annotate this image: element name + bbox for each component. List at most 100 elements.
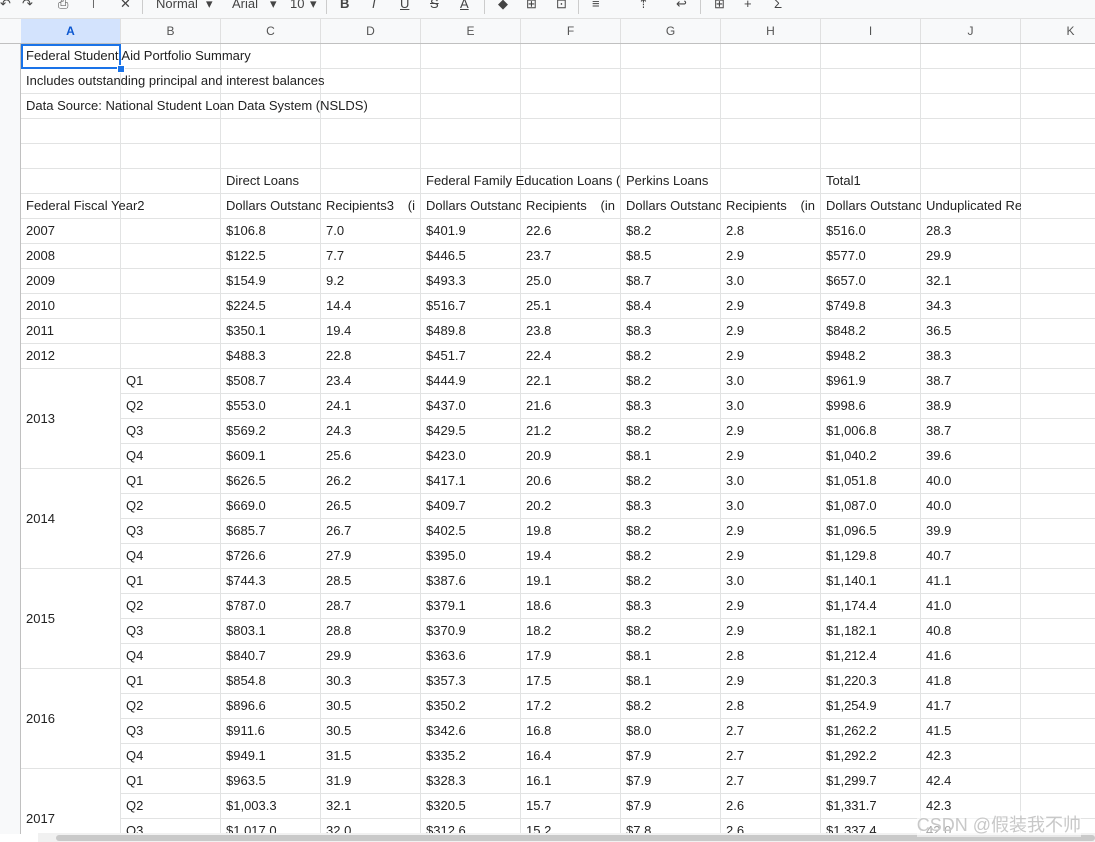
data-cell[interactable]: 16.4 <box>521 744 621 768</box>
data-cell[interactable]: 41.8 <box>921 669 1021 693</box>
quarter-cell[interactable]: Q2 <box>121 494 221 518</box>
data-cell[interactable]: $1,006.8 <box>821 419 921 443</box>
data-cell[interactable]: 3.0 <box>721 394 821 418</box>
data-cell[interactable]: 32.0 <box>321 819 421 834</box>
data-cell[interactable]: 2.9 <box>721 294 821 318</box>
underline-button[interactable]: U <box>400 0 409 11</box>
header-perkins[interactable]: Perkins Loans <box>621 169 721 193</box>
data-cell[interactable]: 38.3 <box>921 344 1021 368</box>
quarter-cell[interactable]: Q3 <box>121 519 221 543</box>
data-cell[interactable]: 16.1 <box>521 769 621 793</box>
data-cell[interactable]: $335.2 <box>421 744 521 768</box>
data-cell[interactable]: $1,182.1 <box>821 619 921 643</box>
sub-header-cell[interactable]: (i <box>321 194 421 218</box>
data-cell[interactable]: $423.0 <box>421 444 521 468</box>
data-cell[interactable]: $320.5 <box>421 794 521 818</box>
data-cell[interactable]: $803.1 <box>221 619 321 643</box>
quarter-cell[interactable]: Q1 <box>121 369 221 393</box>
data-cell[interactable]: $8.2 <box>621 619 721 643</box>
data-cell[interactable]: 19.4 <box>521 544 621 568</box>
valign-icon[interactable]: ⇡ <box>638 0 649 12</box>
data-cell[interactable]: 23.8 <box>521 319 621 343</box>
year-cell[interactable]: 2008 <box>21 244 121 268</box>
data-cell[interactable]: 31.9 <box>321 769 421 793</box>
data-cell[interactable]: 38.7 <box>921 419 1021 443</box>
data-cell[interactable]: 20.9 <box>521 444 621 468</box>
font-size-dropdown[interactable]: 10 <box>290 0 304 11</box>
data-cell[interactable]: $8.2 <box>621 519 721 543</box>
column-header-f[interactable]: F <box>521 19 621 43</box>
data-cell[interactable]: 40.0 <box>921 494 1021 518</box>
data-cell[interactable]: $1,040.2 <box>821 444 921 468</box>
header-direct-loans[interactable]: Direct Loans <box>221 169 321 193</box>
data-cell[interactable]: 26.5 <box>321 494 421 518</box>
quarter-cell[interactable]: Q1 <box>121 769 221 793</box>
data-cell[interactable]: 26.2 <box>321 469 421 493</box>
data-cell[interactable]: 41.5 <box>921 719 1021 743</box>
data-cell[interactable]: 23.4 <box>321 369 421 393</box>
quarter-cell[interactable]: Q4 <box>121 544 221 568</box>
data-cell[interactable]: 22.1 <box>521 369 621 393</box>
data-cell[interactable]: $911.6 <box>221 719 321 743</box>
data-cell[interactable]: $516.0 <box>821 219 921 243</box>
data-cell[interactable]: 2.7 <box>721 744 821 768</box>
data-cell[interactable]: 29.9 <box>921 244 1021 268</box>
data-cell[interactable]: $1,212.4 <box>821 644 921 668</box>
data-cell[interactable]: $409.7 <box>421 494 521 518</box>
quarter-cell[interactable]: Q4 <box>121 744 221 768</box>
data-cell[interactable]: $106.8 <box>221 219 321 243</box>
data-cell[interactable]: 41.1 <box>921 569 1021 593</box>
quarter-cell[interactable]: Q2 <box>121 594 221 618</box>
data-cell[interactable]: 24.1 <box>321 394 421 418</box>
quarter-cell[interactable]: Q3 <box>121 619 221 643</box>
data-cell[interactable]: $744.3 <box>221 569 321 593</box>
year-cell[interactable]: 2012 <box>21 344 121 368</box>
merge-cells-icon[interactable]: ⊡ <box>556 0 567 12</box>
data-cell[interactable]: $7.9 <box>621 794 721 818</box>
data-cell[interactable]: $961.9 <box>821 369 921 393</box>
data-cell[interactable]: 29.9 <box>321 644 421 668</box>
year-cell[interactable]: 2007 <box>21 219 121 243</box>
wrap-icon[interactable]: ↩ <box>676 0 687 12</box>
quarter-cell[interactable]: Q4 <box>121 644 221 668</box>
data-cell[interactable]: 28.5 <box>321 569 421 593</box>
year-merged-cell[interactable]: 2016 <box>21 669 120 768</box>
column-header-e[interactable]: E <box>421 19 521 43</box>
sub-header-cell[interactable]: Dollars Outstanc <box>221 194 321 218</box>
data-cell[interactable]: 2.7 <box>721 769 821 793</box>
style-dropdown[interactable]: Normal <box>156 0 198 11</box>
print-icon[interactable]: ⎙ <box>58 0 68 12</box>
data-cell[interactable]: $8.2 <box>621 694 721 718</box>
data-cell[interactable]: 28.3 <box>921 219 1021 243</box>
data-cell[interactable]: $569.2 <box>221 419 321 443</box>
data-cell[interactable]: $726.6 <box>221 544 321 568</box>
data-cell[interactable]: $685.7 <box>221 519 321 543</box>
italic-button[interactable]: I <box>372 0 376 11</box>
quarter-cell[interactable]: Q3 <box>121 419 221 443</box>
title-cell[interactable]: Includes outstanding principal and inter… <box>21 69 324 93</box>
year-merged-cell[interactable]: 2013 <box>21 369 120 468</box>
column-header-a[interactable]: A <box>21 19 121 43</box>
data-cell[interactable]: $7.9 <box>621 744 721 768</box>
data-cell[interactable]: 42.3 <box>921 744 1021 768</box>
data-cell[interactable]: $328.3 <box>421 769 521 793</box>
data-cell[interactable]: $577.0 <box>821 244 921 268</box>
data-cell[interactable]: $1,140.1 <box>821 569 921 593</box>
data-cell[interactable]: $949.1 <box>221 744 321 768</box>
data-cell[interactable]: 25.0 <box>521 269 621 293</box>
data-cell[interactable]: $896.6 <box>221 694 321 718</box>
column-header-g[interactable]: G <box>621 19 721 43</box>
fill-handle[interactable] <box>117 65 125 73</box>
data-cell[interactable]: 2.8 <box>721 644 821 668</box>
data-cell[interactable]: $8.3 <box>621 394 721 418</box>
data-cell[interactable]: $998.6 <box>821 394 921 418</box>
data-cell[interactable]: 15.2 <box>521 819 621 834</box>
data-cell[interactable]: 25.1 <box>521 294 621 318</box>
data-cell[interactable]: 24.3 <box>321 419 421 443</box>
data-cell[interactable]: 23.7 <box>521 244 621 268</box>
data-cell[interactable]: 28.8 <box>321 619 421 643</box>
data-cell[interactable]: 3.0 <box>721 469 821 493</box>
data-cell[interactable]: 3.0 <box>721 569 821 593</box>
quarter-cell[interactable]: Q2 <box>121 694 221 718</box>
data-cell[interactable]: $854.8 <box>221 669 321 693</box>
